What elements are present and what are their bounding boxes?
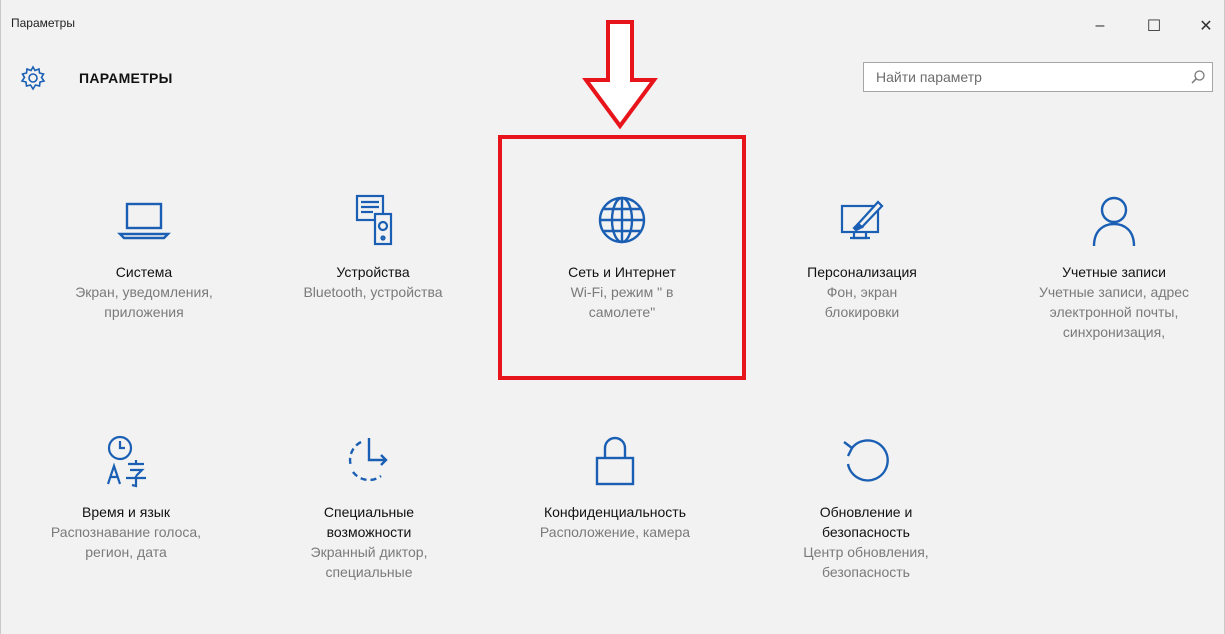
tile-update-security-desc-1: Центр обновления,: [803, 544, 929, 560]
tile-network-desc-1: Wi-Fi, режим " в: [570, 284, 674, 300]
tile-time-language-desc-1: Распознавание голоса,: [50, 524, 202, 540]
tile-personalization-name: Персонализация: [807, 264, 917, 280]
tile-accessibility-name-2: возможности: [326, 524, 412, 540]
search-icon[interactable]: [1190, 69, 1206, 85]
laptop-icon: [117, 202, 171, 240]
tile-time-language-name: Время и язык: [82, 504, 170, 520]
tile-update-security-desc-2: безопасность: [822, 564, 910, 580]
tile-accessibility-desc-1: Экранный диктор,: [310, 544, 428, 560]
title-bar: Параметры – ☐ ✕: [1, 0, 1224, 48]
tile-update-security-name-1: Обновление и: [819, 504, 913, 520]
accessibility-icon: [348, 438, 388, 482]
tile-personalization[interactable]: Персонализация Фон, экран блокировки: [757, 190, 967, 322]
devices-icon: [355, 194, 393, 246]
tile-network-name: Сеть и Интернет: [568, 264, 676, 280]
gear-icon: [20, 65, 46, 91]
tile-accounts-desc-1: Учетные записи, адрес: [1038, 284, 1190, 300]
tile-privacy[interactable]: Конфиденциальность Расположение, камера: [510, 430, 720, 542]
tile-update-security[interactable]: Обновление и безопасность Центр обновлен…: [761, 430, 971, 582]
tile-accounts-name: Учетные записи: [1062, 264, 1166, 280]
tile-personalization-desc-2: блокировки: [824, 304, 900, 320]
tile-accounts-desc-2: электронной почты,: [1049, 304, 1179, 320]
search-input[interactable]: [864, 63, 1176, 91]
tile-network-desc-2: самолете": [588, 304, 656, 320]
search-box[interactable]: [863, 62, 1213, 92]
tile-system-desc-1: Экран, уведомления,: [75, 284, 213, 300]
tile-accounts-desc-3: синхронизация,: [1062, 324, 1166, 340]
time-language-icon: [106, 435, 146, 488]
header: ПАРАМЕТРЫ: [1, 56, 1224, 100]
tile-personalization-desc-1: Фон, экран: [826, 284, 898, 300]
tile-time-language[interactable]: Время и язык Распознавание голоса, регио…: [21, 430, 231, 562]
maximize-button[interactable]: ☐: [1133, 8, 1175, 44]
tile-update-security-name-2: безопасность: [822, 524, 910, 540]
settings-window: Параметры – ☐ ✕ ПАРАМЕТРЫ Сист: [0, 0, 1225, 634]
tile-accessibility[interactable]: Специальные возможности Экранный диктор,…: [264, 430, 474, 582]
tile-devices[interactable]: Устройства Bluetooth, устройства: [268, 190, 478, 302]
tile-privacy-name: Конфиденциальность: [543, 504, 686, 520]
tile-network[interactable]: Сеть и Интернет Wi-Fi, режим " в самолет…: [517, 190, 727, 322]
tile-system-name: Система: [115, 264, 173, 280]
tile-time-language-desc-2: регион, дата: [85, 544, 167, 560]
tile-accessibility-name-1: Специальные: [323, 504, 415, 520]
tile-privacy-desc-1: Расположение, камера: [539, 524, 691, 540]
lock-icon: [595, 436, 635, 486]
update-icon: [843, 439, 889, 482]
page-title: ПАРАМЕТРЫ: [79, 70, 173, 86]
person-icon: [1092, 196, 1136, 247]
tile-accounts[interactable]: Учетные записи Учетные записи, адрес эле…: [1009, 190, 1219, 342]
window-title: Параметры: [11, 16, 75, 30]
tile-accessibility-desc-2: специальные: [325, 564, 413, 580]
minimize-button[interactable]: –: [1079, 8, 1121, 44]
globe-icon: [598, 196, 646, 244]
tile-devices-name: Устройства: [336, 264, 410, 280]
tile-system[interactable]: Система Экран, уведомления, приложения: [39, 190, 249, 322]
tile-devices-desc-1: Bluetooth, устройства: [303, 284, 443, 300]
close-button[interactable]: ✕: [1185, 8, 1225, 44]
tile-system-desc-2: приложения: [104, 304, 184, 320]
personalization-icon: [840, 200, 884, 240]
